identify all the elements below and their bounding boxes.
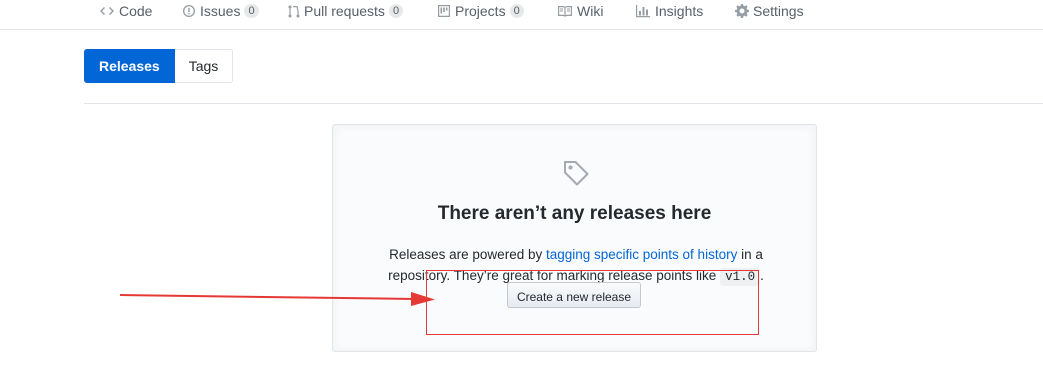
tab-wiki[interactable]: Wiki bbox=[557, 0, 603, 22]
issues-counter: 0 bbox=[244, 4, 259, 18]
tab-projects-label: Projects bbox=[455, 3, 506, 19]
gear-icon bbox=[735, 4, 749, 18]
tab-settings[interactable]: Settings bbox=[735, 0, 804, 22]
tab-issues[interactable]: Issues 0 bbox=[182, 0, 259, 22]
project-icon bbox=[437, 4, 451, 18]
divider bbox=[84, 103, 1043, 104]
code-icon bbox=[99, 4, 115, 18]
annotation-arrow bbox=[119, 292, 435, 306]
description-text-end: . bbox=[760, 267, 764, 283]
tab-insights-label: Insights bbox=[655, 3, 704, 19]
release-subnav: Releases Tags bbox=[84, 49, 234, 83]
git-pull-request-icon bbox=[288, 4, 300, 19]
graph-icon bbox=[635, 4, 651, 18]
projects-counter: 0 bbox=[509, 4, 524, 18]
issue-opened-icon bbox=[182, 4, 196, 18]
tag-icon bbox=[564, 161, 589, 186]
annotation-highlight-box bbox=[426, 270, 759, 335]
description-text-1: Releases are powered by bbox=[389, 246, 546, 262]
subnav-releases[interactable]: Releases bbox=[84, 49, 175, 83]
blankslate-title: There aren’t any releases here bbox=[437, 203, 712, 224]
tab-settings-label: Settings bbox=[753, 3, 804, 19]
tab-pull-requests-label: Pull requests bbox=[304, 3, 385, 19]
tab-insights[interactable]: Insights bbox=[635, 0, 703, 22]
repo-nav: Code Issues 0 Pull requests 0 Projects 0… bbox=[0, 0, 1043, 30]
subnav-tags[interactable]: Tags bbox=[174, 49, 234, 83]
tab-code[interactable]: Code bbox=[99, 0, 152, 22]
tab-projects[interactable]: Projects 0 bbox=[437, 0, 524, 22]
pull-requests-counter: 0 bbox=[388, 4, 404, 18]
tab-wiki-label: Wiki bbox=[577, 3, 604, 19]
tagging-docs-link[interactable]: tagging specific points of history bbox=[546, 247, 737, 262]
book-icon bbox=[557, 5, 573, 18]
tab-issues-label: Issues bbox=[200, 3, 241, 19]
tab-code-label: Code bbox=[119, 3, 153, 19]
tab-pull-requests[interactable]: Pull requests 0 bbox=[288, 0, 404, 22]
